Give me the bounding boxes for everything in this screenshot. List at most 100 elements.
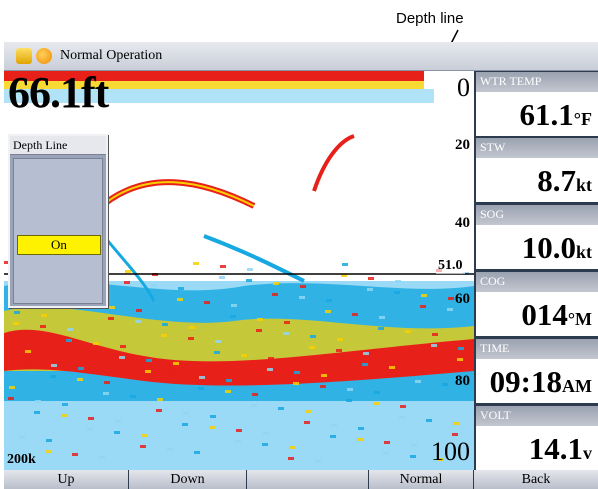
popup-body: On xyxy=(13,158,103,304)
echo-speck xyxy=(256,329,262,332)
echo-speck xyxy=(416,369,422,372)
echo-speck xyxy=(231,304,237,307)
echo-speck xyxy=(421,294,427,297)
echo-speck xyxy=(62,403,68,406)
echo-speck xyxy=(452,433,458,436)
echo-speck xyxy=(410,455,416,458)
field-volt[interactable]: VOLT 14.1v xyxy=(476,405,598,470)
echo-speck xyxy=(272,293,278,296)
field-stw[interactable]: STW 8.7kt xyxy=(476,137,598,202)
scale-label-100: 100 xyxy=(431,437,470,466)
echo-speck xyxy=(146,359,152,362)
echo-speck xyxy=(188,337,194,340)
softkey-normal[interactable]: Normal xyxy=(369,470,474,489)
echo-speck xyxy=(457,358,463,361)
echo-speck xyxy=(395,280,401,283)
depth-line-on-option[interactable]: On xyxy=(17,235,101,255)
echo-speck xyxy=(151,284,157,287)
echo-speck xyxy=(305,410,311,413)
echo-speck xyxy=(120,345,126,348)
scale-label-80: 80 xyxy=(455,373,470,389)
echo-speck xyxy=(389,366,395,369)
field-label: STW xyxy=(476,138,598,158)
echo-speck xyxy=(288,457,294,460)
echo-speck xyxy=(46,439,52,442)
echo-speck xyxy=(336,349,342,352)
echo-speck xyxy=(357,438,363,441)
echo-speck xyxy=(25,350,31,353)
echo-speck xyxy=(411,444,417,447)
field-unit: kt xyxy=(575,242,592,262)
echo-speck xyxy=(225,390,231,393)
softkey-down[interactable]: Down xyxy=(129,470,247,489)
echo-speck xyxy=(135,320,141,323)
echo-speck xyxy=(267,368,273,371)
echo-speck xyxy=(379,316,385,319)
field-time[interactable]: TIME 09:18AM xyxy=(476,338,598,403)
echo-speck xyxy=(374,391,380,394)
echo-speck xyxy=(125,270,131,273)
echo-speck xyxy=(373,402,379,405)
echo-speck xyxy=(130,395,136,398)
field-label: COG xyxy=(476,272,598,292)
echo-speck xyxy=(24,361,30,364)
echo-speck xyxy=(189,326,195,329)
echo-speck xyxy=(210,415,216,418)
echo-speck xyxy=(141,434,147,437)
echo-speck xyxy=(109,306,115,309)
echo-speck xyxy=(61,414,67,417)
field-water-temp[interactable]: WTR TEMP 61.1°F xyxy=(476,71,598,136)
echo-speck xyxy=(194,451,200,454)
echo-speck xyxy=(300,285,306,288)
echo-speck xyxy=(293,382,299,385)
field-label: VOLT xyxy=(476,406,598,426)
echo-speck xyxy=(384,441,390,444)
echo-speck xyxy=(108,317,114,320)
field-cog[interactable]: COG 014°M xyxy=(476,271,598,336)
softkey-back[interactable]: Back xyxy=(474,470,598,489)
softkey-up[interactable]: Up xyxy=(4,470,129,489)
popup-title: Depth Line xyxy=(10,136,106,155)
window-title: Normal Operation xyxy=(60,48,163,63)
echo-speck xyxy=(173,362,179,365)
sonar-display[interactable]: 66.1ft 0 20 40 51.0 60 80 100 200k Depth… xyxy=(4,71,474,470)
echo-speck xyxy=(447,308,453,311)
echo-speck xyxy=(283,332,289,335)
depth-line-popup: Depth Line On xyxy=(8,134,108,308)
echo-speck xyxy=(182,423,188,426)
depth-line-value: 51.0 xyxy=(436,258,465,274)
echo-speck xyxy=(41,314,47,317)
echo-speck xyxy=(315,460,321,463)
scale-label-20: 20 xyxy=(455,137,470,153)
echo-speck xyxy=(330,435,336,438)
echo-speck xyxy=(193,262,199,265)
echo-speck xyxy=(278,407,284,410)
echo-speck xyxy=(226,379,232,382)
echo-speck xyxy=(66,339,72,342)
field-unit: v xyxy=(583,443,592,463)
echo-speck xyxy=(214,351,220,354)
fish-arch xyxy=(93,179,256,214)
field-label: SOG xyxy=(476,205,598,225)
echo-speck xyxy=(8,397,14,400)
echo-speck xyxy=(294,371,300,374)
field-unit: kt xyxy=(575,175,592,195)
echo-speck xyxy=(14,311,20,314)
field-unit: °F xyxy=(573,109,592,129)
field-sog[interactable]: SOG 10.0kt xyxy=(476,204,598,269)
echo-speck xyxy=(157,398,163,401)
field-unit: °M xyxy=(567,309,592,329)
sonar-device-screen: Normal Operation 66.1ft 0 20 40 51.0 60 … xyxy=(4,42,598,489)
softkey-blank[interactable] xyxy=(247,470,369,489)
field-value: 14.1 xyxy=(528,431,583,466)
echo-speck xyxy=(299,296,305,299)
echo-speck xyxy=(426,419,432,422)
echo-speck xyxy=(220,265,226,268)
echo-speck xyxy=(241,354,247,357)
echo-speck xyxy=(40,325,46,328)
echo-speck xyxy=(367,288,373,291)
scale-label-0: 0 xyxy=(457,73,470,102)
echo-speck xyxy=(45,450,51,453)
sun-icon xyxy=(36,48,52,64)
echo-speck xyxy=(251,404,257,407)
